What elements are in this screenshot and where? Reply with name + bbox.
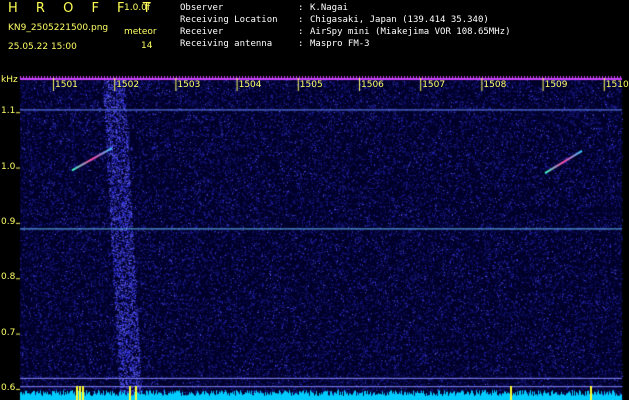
info-receiver: Receiver: AirSpy mini (Miakejima VOR 108.… bbox=[180, 27, 511, 37]
x-tick-label: 1502 bbox=[116, 80, 140, 90]
spectrogram-canvas bbox=[0, 75, 629, 400]
info-location: Receiving Location: Chigasaki, Japan (139… bbox=[180, 15, 489, 25]
x-tick-label: 1509 bbox=[544, 80, 568, 90]
x-tick-label: 1508 bbox=[483, 80, 507, 90]
info-observer: Observer: K.Nagai bbox=[180, 3, 348, 13]
y-tick-label: 0.8 bbox=[1, 272, 16, 283]
x-tick-label: 1505 bbox=[299, 80, 323, 90]
x-tick-label: 1501 bbox=[55, 80, 78, 90]
info-antenna: Receiving antenna: Maspro FM-3 bbox=[180, 39, 370, 49]
x-tick-label: 1510 bbox=[605, 80, 629, 90]
version-label: 1.0.0f bbox=[124, 3, 151, 13]
y-tick-label: 0.7 bbox=[1, 327, 16, 338]
x-tick-label: 1506 bbox=[361, 80, 384, 90]
y-tick-label: 0.6 bbox=[1, 382, 16, 393]
y-tick-label: 0.9 bbox=[1, 216, 16, 227]
meteor-label: meteor bbox=[124, 27, 157, 37]
x-tick-label: 1504 bbox=[238, 80, 262, 90]
y-tick-label: 1.0 bbox=[1, 161, 16, 172]
filename-label: KN9_2505221500.png bbox=[8, 23, 109, 33]
datetime-label: 25.05.22 15:00 bbox=[8, 42, 77, 52]
x-tick-label: 1507 bbox=[422, 80, 446, 90]
y-tick-label: 1.1 bbox=[1, 106, 16, 117]
x-tick-label: 1503 bbox=[177, 80, 201, 90]
meteor-count: 14 bbox=[141, 41, 153, 51]
